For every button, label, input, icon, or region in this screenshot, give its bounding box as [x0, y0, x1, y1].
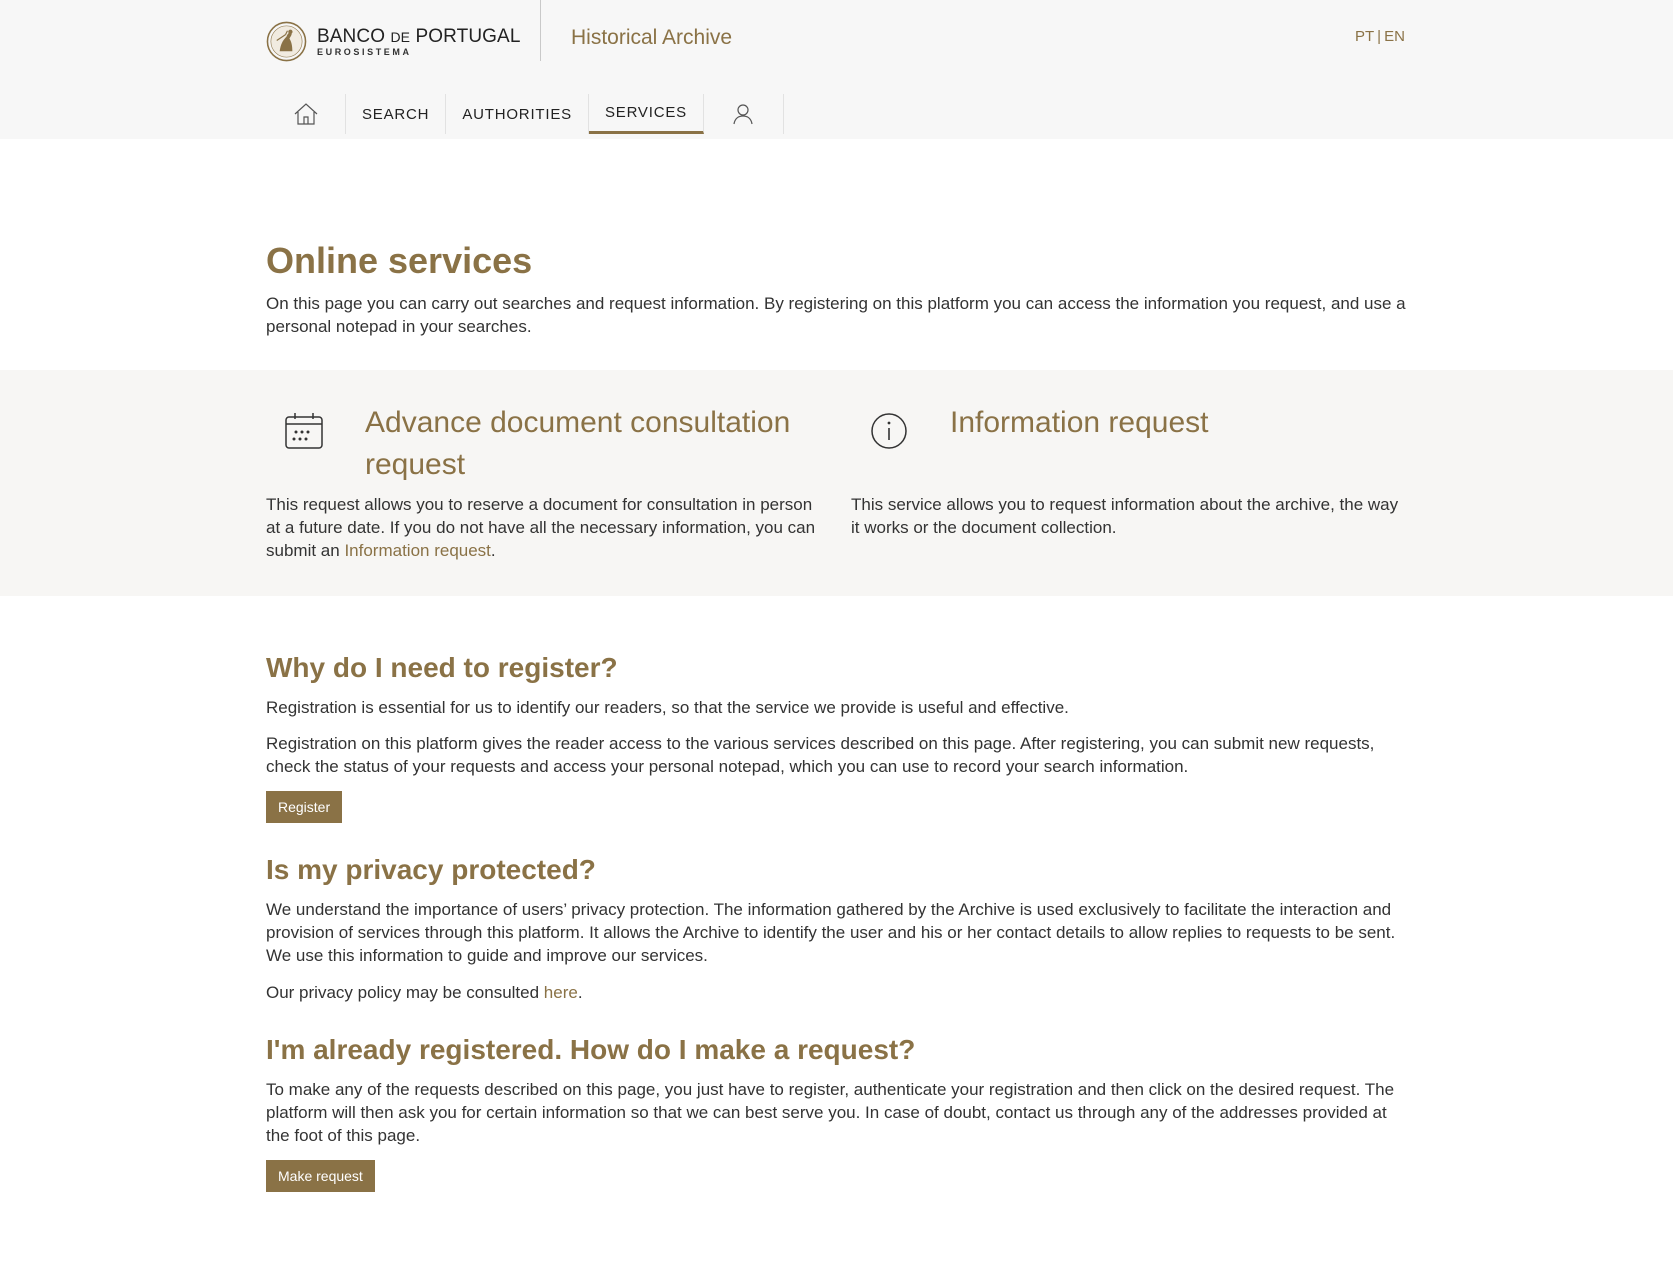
service-title-information[interactable]: Information request: [950, 402, 1390, 444]
service-desc-consultation: This request allows you to reserve a doc…: [266, 493, 826, 562]
calendar-icon[interactable]: [283, 410, 325, 452]
intro-text: On this page you can carry out searches …: [266, 294, 1406, 336]
register-paragraph-2: Registration on this platform gives the …: [266, 734, 1375, 776]
nav-search[interactable]: SEARCH: [346, 94, 447, 134]
logo-name-banco: BANCO: [317, 25, 386, 47]
request-section: I'm already registered. How do I make a …: [266, 1034, 1408, 1192]
nav-services[interactable]: SERVICES: [588, 94, 704, 134]
services-band: Advance document consultation request Th…: [0, 370, 1673, 596]
register-heading: Why do I need to register?: [266, 652, 618, 683]
register-section: Why do I need to register? Registration …: [266, 652, 1408, 823]
privacy-heading: Is my privacy protected?: [266, 854, 596, 885]
service-title-consultation[interactable]: Advance document consultation request: [365, 402, 805, 486]
nav-home[interactable]: [266, 94, 346, 134]
request-paragraph: To make any of the requests described on…: [266, 1080, 1395, 1145]
intro-section: Online services On this page you can car…: [266, 240, 1408, 338]
user-icon: [733, 104, 754, 125]
language-switcher: PT | EN: [1355, 28, 1405, 45]
privacy-policy-link[interactable]: here: [544, 983, 578, 1002]
archive-title[interactable]: Historical Archive: [571, 26, 732, 50]
lang-en-link[interactable]: EN: [1384, 28, 1405, 45]
info-icon[interactable]: [868, 410, 910, 452]
lang-pt-link[interactable]: PT: [1355, 28, 1374, 45]
banco-de-portugal-logo[interactable]: BANCO DE PORTUGAL EUROSISTEMA: [266, 21, 521, 62]
logo-subtitle: EUROSISTEMA: [317, 46, 412, 57]
privacy-paragraph-2: Our privacy policy may be consulted here…: [266, 981, 1408, 1004]
make-request-button[interactable]: Make request: [266, 1160, 375, 1192]
logo-emblem-icon: [266, 21, 307, 62]
home-icon: [294, 103, 317, 125]
header-divider: [540, 0, 541, 61]
request-heading: I'm already registered. How do I make a …: [266, 1034, 916, 1065]
site-header: BANCO DE PORTUGAL EUROSISTEMA Historical…: [0, 0, 1673, 139]
logo-name-portugal: PORTUGAL: [415, 25, 521, 47]
privacy-policy-end: .: [577, 983, 583, 1002]
service-desc-information: This service allows you to request infor…: [851, 495, 1399, 537]
information-request-link[interactable]: Information request: [344, 541, 490, 560]
register-paragraph-1: Registration is essential for us to iden…: [266, 698, 1069, 717]
register-button[interactable]: Register: [266, 791, 343, 823]
nav-authorities[interactable]: AUTHORITIES: [446, 94, 589, 134]
service-desc-consultation-end: .: [490, 541, 496, 560]
privacy-policy-text: Our privacy policy may be consulted: [266, 983, 544, 1002]
privacy-paragraph-1: We understand the importance of users’ p…: [266, 900, 1396, 965]
logo-name: BANCO DE PORTUGAL: [317, 25, 521, 47]
privacy-section: Is my privacy protected? We understand t…: [266, 854, 1408, 1004]
logo-name-de: DE: [390, 28, 411, 45]
page-title: Online services: [266, 240, 533, 281]
main-nav: SEARCH AUTHORITIES SERVICES: [266, 90, 784, 138]
logo-text: BANCO DE PORTUGAL EUROSISTEMA: [317, 25, 521, 57]
lang-separator: |: [1377, 28, 1382, 45]
nav-user-account[interactable]: [704, 94, 784, 134]
